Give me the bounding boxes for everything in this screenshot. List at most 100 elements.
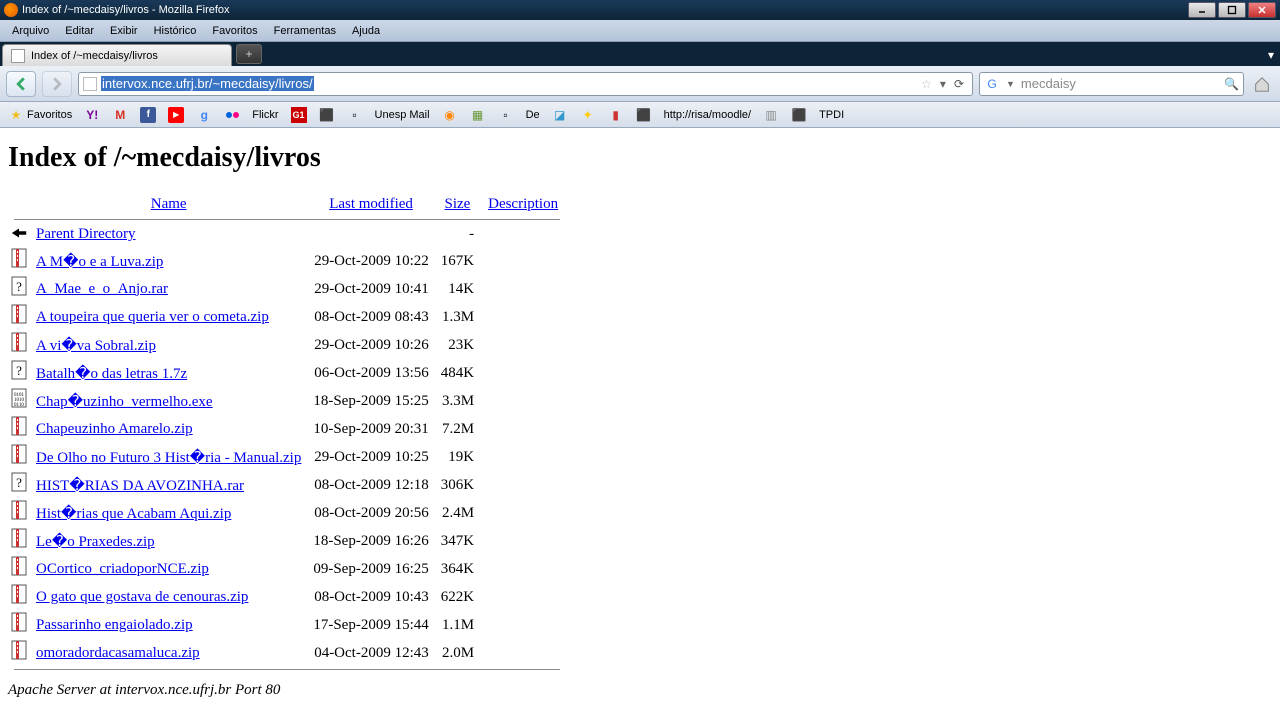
back-button[interactable] — [6, 71, 36, 97]
bookmark-icon-6[interactable]: ◪ — [550, 105, 570, 125]
bookmark-facebook[interactable]: f — [138, 105, 158, 125]
table-row: A M�o e a Luva.zip29-Oct-2009 10:22167K — [8, 247, 566, 275]
file-link[interactable]: OCortico_criadoporNCE.zip — [36, 561, 209, 577]
bookmark-yahoo[interactable]: Y! — [82, 105, 102, 125]
generic-icon: ⬛ — [319, 107, 335, 123]
file-link[interactable]: A_Mae_e_o_Anjo.rar — [36, 281, 168, 297]
close-button[interactable] — [1248, 2, 1276, 18]
menu-ajuda[interactable]: Ajuda — [344, 23, 388, 39]
search-input[interactable] — [1021, 76, 1218, 91]
tab-list-dropdown-icon[interactable]: ▾ — [1268, 48, 1274, 62]
file-zip-icon — [10, 557, 28, 575]
menu-arquivo[interactable]: Arquivo — [4, 23, 57, 39]
bookmark-unesp[interactable]: Unesp Mail — [373, 107, 432, 123]
bookmark-icon-3[interactable]: ◉ — [440, 105, 460, 125]
file-link[interactable]: A vi�va Sobral.zip — [36, 338, 156, 354]
bookmark-icon-10[interactable]: ▥ — [761, 105, 781, 125]
file-zip-icon — [10, 249, 28, 267]
file-unk-icon: ? — [10, 277, 28, 295]
file-link[interactable]: Le�o Praxedes.zip — [36, 534, 155, 550]
yahoo-icon: Y! — [84, 107, 100, 123]
bookmark-youtube[interactable]: ▶ — [166, 105, 186, 125]
file-modified: 18-Sep-2009 16:26 — [307, 527, 434, 555]
bookmark-icon-8[interactable]: ▮ — [606, 105, 626, 125]
file-link[interactable]: HIST�RIAS DA AVOZINHA.rar — [36, 478, 244, 494]
reload-icon[interactable]: ⟳ — [954, 77, 964, 91]
table-row: omoradordacasamaluca.zip04-Oct-2009 12:4… — [8, 639, 566, 667]
bookmark-icon-2[interactable]: ▫ — [345, 105, 365, 125]
file-unk-icon: ? — [10, 473, 28, 491]
site-identity-icon[interactable] — [83, 77, 97, 91]
parent-directory-link[interactable]: Parent Directory — [36, 226, 136, 242]
bookmark-favoritos[interactable]: ★Favoritos — [6, 105, 74, 125]
bookmark-google[interactable]: g — [194, 105, 214, 125]
file-link[interactable]: De Olho no Futuro 3 Hist�ria - Manual.zi… — [36, 450, 301, 466]
menu-favoritos[interactable]: Favoritos — [204, 23, 265, 39]
bookmark-icon-11[interactable]: ⬛ — [789, 105, 809, 125]
search-bar[interactable]: G ▼ 🔍 — [979, 72, 1244, 96]
col-description[interactable]: Description — [480, 192, 566, 217]
menu-exibir[interactable]: Exibir — [102, 23, 146, 39]
file-modified: 29-Oct-2009 10:41 — [307, 275, 434, 303]
url-bar[interactable]: intervox.nce.ufrj.br/~mecdaisy/livros/ ☆… — [78, 72, 973, 96]
menubar: Arquivo Editar Exibir Histórico Favorito… — [0, 20, 1280, 42]
col-size[interactable]: Size — [435, 192, 480, 217]
page-title: Index of /~mecdaisy/livros — [8, 142, 1272, 174]
menu-editar[interactable]: Editar — [57, 23, 102, 39]
menu-ferramentas[interactable]: Ferramentas — [266, 23, 344, 39]
file-modified: 29-Oct-2009 10:26 — [307, 331, 434, 359]
bookmark-star-icon[interactable]: ☆ — [921, 77, 932, 91]
file-size: 23K — [435, 331, 480, 359]
col-name[interactable]: Name — [30, 192, 307, 217]
file-size: 306K — [435, 471, 480, 499]
flickr-icon — [224, 107, 240, 123]
maximize-button[interactable] — [1218, 2, 1246, 18]
table-row: ?Batalh�o das letras 1.7z06-Oct-2009 13:… — [8, 359, 566, 387]
file-link[interactable]: O gato que gostava de cenouras.zip — [36, 589, 248, 605]
file-size: 1.1M — [435, 611, 480, 639]
bookmark-icon-5[interactable]: ▫ — [496, 105, 516, 125]
dropdown-icon[interactable]: ▾ — [940, 77, 946, 91]
file-link[interactable]: Batalh�o das letras 1.7z — [36, 366, 187, 382]
bookmark-de[interactable]: De — [524, 107, 542, 123]
tool-icon: ▦ — [470, 107, 486, 123]
bookmark-tpdi[interactable]: TPDI — [817, 107, 846, 123]
google-icon: g — [196, 107, 212, 123]
file-link[interactable]: A M�o e a Luva.zip — [36, 254, 163, 270]
file-link[interactable]: Hist�rias que Acabam Aqui.zip — [36, 506, 231, 522]
bookmark-icon-1[interactable]: ⬛ — [317, 105, 337, 125]
file-link[interactable]: A toupeira que queria ver o cometa.zip — [36, 309, 269, 325]
tab-active[interactable]: Index of /~mecdaisy/livros — [2, 44, 232, 66]
home-button[interactable] — [1250, 72, 1274, 96]
file-zip-icon — [10, 417, 28, 435]
menu-historico[interactable]: Histórico — [146, 23, 205, 39]
page-icon — [11, 49, 25, 63]
url-text[interactable]: intervox.nce.ufrj.br/~mecdaisy/livros/ — [101, 76, 314, 91]
file-link[interactable]: omoradordacasamaluca.zip — [36, 645, 200, 661]
new-tab-button[interactable]: + — [236, 44, 262, 64]
bookmark-icon-7[interactable]: ✦ — [578, 105, 598, 125]
search-dropdown-icon[interactable]: ▼ — [1006, 79, 1015, 89]
file-modified: 08-Oct-2009 12:18 — [307, 471, 434, 499]
file-zip-icon — [10, 529, 28, 547]
bookmark-g1[interactable]: G1 — [289, 105, 309, 125]
bookmark-flickr[interactable]: Flickr — [250, 107, 280, 123]
bookmark-gmail[interactable]: M — [110, 105, 130, 125]
bookmark-icon-4[interactable]: ▦ — [468, 105, 488, 125]
bookmark-flickr-icon[interactable] — [222, 105, 242, 125]
file-link[interactable]: Chap�uzinho_vermelho.exe — [36, 394, 213, 410]
col-modified[interactable]: Last modified — [307, 192, 434, 217]
bookmark-risa[interactable]: http://risa/moodle/ — [662, 107, 753, 123]
search-go-icon[interactable]: 🔍 — [1224, 77, 1239, 91]
table-row: A toupeira que queria ver o cometa.zip08… — [8, 303, 566, 331]
forward-button[interactable] — [42, 71, 72, 97]
file-size: 167K — [435, 247, 480, 275]
minimize-button[interactable] — [1188, 2, 1216, 18]
file-exe-icon: 010110100110 — [10, 389, 28, 407]
file-link[interactable]: Passarinho engaiolado.zip — [36, 617, 193, 633]
file-link[interactable]: Chapeuzinho Amarelo.zip — [36, 421, 193, 437]
google-search-icon[interactable]: G — [984, 76, 1000, 92]
bookmark-icon-9[interactable]: ⬛ — [634, 105, 654, 125]
navbar: intervox.nce.ufrj.br/~mecdaisy/livros/ ☆… — [0, 66, 1280, 102]
file-modified: 29-Oct-2009 10:25 — [307, 443, 434, 471]
